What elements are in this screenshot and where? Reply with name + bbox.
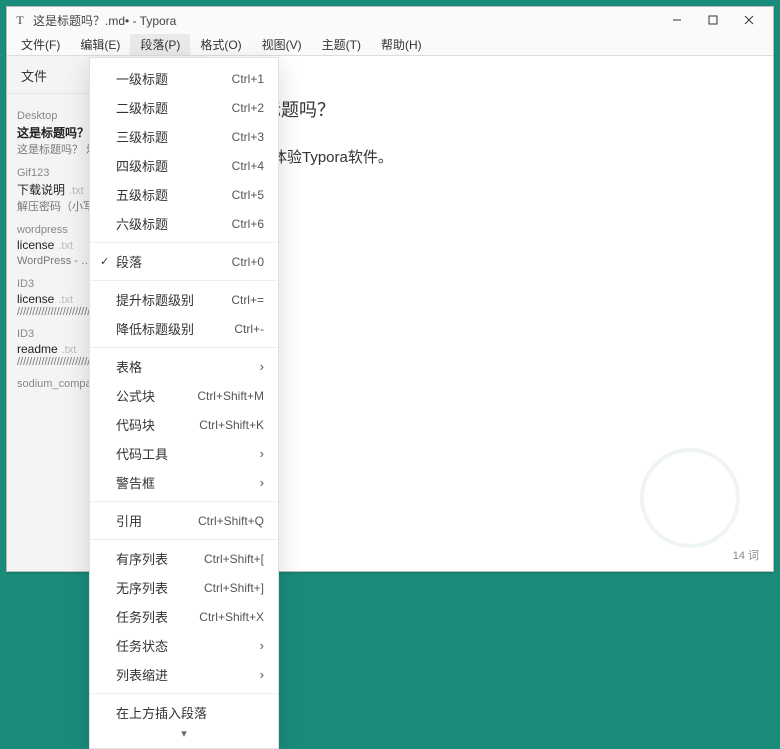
menu-scroll-down-icon[interactable]: ▾	[90, 727, 278, 742]
menu-item-label: 表格	[116, 357, 254, 376]
menu-item[interactable]: ✓段落Ctrl+0	[90, 247, 278, 276]
menu-item[interactable]: 列表缩进›	[90, 660, 278, 689]
menu-separator	[90, 501, 278, 502]
menu-shortcut: Ctrl+=	[231, 293, 264, 307]
menu-item[interactable]: 六级标题Ctrl+6	[90, 209, 278, 238]
menu-item-label: 提升标题级别	[116, 290, 231, 309]
close-button[interactable]	[731, 7, 767, 33]
menu-item-label: 无序列表	[116, 578, 204, 597]
menu-shortcut: Ctrl+6	[232, 217, 264, 231]
menu-item-label: 警告框	[116, 473, 254, 492]
menu-2[interactable]: 段落(P)	[130, 34, 190, 55]
word-count[interactable]: 14 词	[733, 547, 759, 563]
menu-4[interactable]: 视图(V)	[252, 34, 312, 55]
menu-item-label: 降低标题级别	[116, 319, 234, 338]
menu-item-label: 引用	[116, 511, 198, 530]
menu-separator	[90, 280, 278, 281]
menu-item[interactable]: 无序列表Ctrl+Shift+]	[90, 573, 278, 602]
menu-separator	[90, 693, 278, 694]
menu-item[interactable]: 代码工具›	[90, 439, 278, 468]
menu-item[interactable]: 任务列表Ctrl+Shift+X	[90, 602, 278, 631]
chevron-right-icon: ›	[254, 446, 264, 461]
menu-shortcut: Ctrl+Shift+[	[204, 552, 264, 566]
menu-item-label: 一级标题	[116, 69, 232, 88]
titlebar: T 这是标题吗？.md• - Typora	[7, 7, 773, 33]
menu-shortcut: Ctrl+Shift+K	[199, 418, 264, 432]
menu-item[interactable]: 有序列表Ctrl+Shift+[	[90, 544, 278, 573]
menu-item-label: 段落	[116, 252, 232, 271]
menu-item-label: 任务列表	[116, 607, 199, 626]
menu-separator	[90, 539, 278, 540]
menu-5[interactable]: 主题(T)	[312, 34, 371, 55]
menu-shortcut: Ctrl+3	[232, 130, 264, 144]
menu-shortcut: Ctrl+5	[232, 188, 264, 202]
menu-3[interactable]: 格式(O)	[190, 34, 251, 55]
check-icon: ✓	[100, 255, 116, 268]
editor-heading[interactable]: 这是标题吗？	[227, 96, 753, 122]
menu-item-label: 三级标题	[116, 127, 232, 146]
menu-shortcut: Ctrl+-	[234, 322, 264, 336]
menu-item[interactable]: 四级标题Ctrl+4	[90, 151, 278, 180]
menu-item[interactable]: 引用Ctrl+Shift+Q	[90, 506, 278, 535]
menu-item[interactable]: 在上方插入段落	[90, 698, 278, 727]
menu-shortcut: Ctrl+4	[232, 159, 264, 173]
menu-item-label: 代码块	[116, 415, 199, 434]
menu-item[interactable]: 表格›	[90, 352, 278, 381]
menu-item-label: 代码工具	[116, 444, 254, 463]
menu-shortcut: Ctrl+Shift+X	[199, 610, 264, 624]
menu-shortcut: Ctrl+Shift+M	[197, 389, 264, 403]
menu-item[interactable]: 五级标题Ctrl+5	[90, 180, 278, 209]
chevron-right-icon: ›	[254, 475, 264, 490]
menu-1[interactable]: 编辑(E)	[70, 34, 130, 55]
minimize-button[interactable]	[659, 7, 695, 33]
window-title: 这是标题吗？.md• - Typora	[33, 12, 176, 29]
menu-0[interactable]: 文件(F)	[11, 34, 70, 55]
menu-item[interactable]: 降低标题级别Ctrl+-	[90, 314, 278, 343]
menu-item-label: 列表缩进	[116, 665, 254, 684]
menu-item-label: 有序列表	[116, 549, 204, 568]
maximize-button[interactable]	[695, 7, 731, 33]
menu-shortcut: Ctrl+Shift+]	[204, 581, 264, 595]
menu-item[interactable]: 警告框›	[90, 468, 278, 497]
menu-item[interactable]: 三级标题Ctrl+3	[90, 122, 278, 151]
chevron-right-icon: ›	[254, 359, 264, 374]
app-icon: T	[13, 13, 27, 27]
menu-6[interactable]: 帮助(H)	[371, 34, 432, 55]
paragraph-menu: 一级标题Ctrl+1二级标题Ctrl+2三级标题Ctrl+3四级标题Ctrl+4…	[89, 57, 279, 749]
menu-item[interactable]: 二级标题Ctrl+2	[90, 93, 278, 122]
watermark	[640, 448, 740, 548]
menu-separator	[90, 242, 278, 243]
menu-shortcut: Ctrl+0	[232, 255, 264, 269]
menu-shortcut: Ctrl+1	[232, 72, 264, 86]
menubar: 文件(F)编辑(E)段落(P)格式(O)视图(V)主题(T)帮助(H)	[7, 33, 773, 55]
menu-item[interactable]: 公式块Ctrl+Shift+M	[90, 381, 278, 410]
menu-item-label: 公式块	[116, 386, 197, 405]
menu-item-label: 六级标题	[116, 214, 232, 233]
menu-separator	[90, 347, 278, 348]
menu-item[interactable]: 代码块Ctrl+Shift+K	[90, 410, 278, 439]
menu-item-label: 四级标题	[116, 156, 232, 175]
menu-item[interactable]: 一级标题Ctrl+1	[90, 64, 278, 93]
chevron-right-icon: ›	[254, 638, 264, 653]
menu-item-label: 任务状态	[116, 636, 254, 655]
menu-item[interactable]: 任务状态›	[90, 631, 278, 660]
menu-item-label: 在上方插入段落	[116, 703, 264, 722]
editor-paragraph[interactable]: 乐小虎体验Typora软件。	[227, 146, 753, 167]
menu-item[interactable]: 提升标题级别Ctrl+=	[90, 285, 278, 314]
menu-item-label: 五级标题	[116, 185, 232, 204]
menu-item-label: 二级标题	[116, 98, 232, 117]
menu-shortcut: Ctrl+Shift+Q	[198, 514, 264, 528]
chevron-right-icon: ›	[254, 667, 264, 682]
menu-shortcut: Ctrl+2	[232, 101, 264, 115]
